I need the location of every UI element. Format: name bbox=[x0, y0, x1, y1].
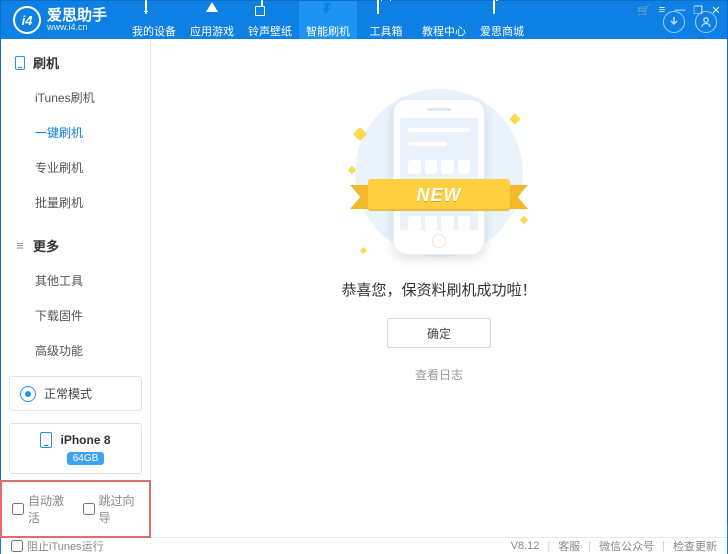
media-icon bbox=[261, 1, 279, 19]
checkbox-skip-guide[interactable]: 跳过向导 bbox=[83, 492, 140, 526]
header-actions bbox=[663, 11, 717, 33]
phone-icon bbox=[145, 1, 163, 19]
new-ribbon: NEW bbox=[354, 173, 524, 217]
link-check-update[interactable]: 检查更新 bbox=[673, 538, 717, 554]
nav-label: 爱思商城 bbox=[480, 23, 524, 39]
sidebar-footer: 自动激活 跳过向导 bbox=[1, 480, 150, 537]
view-log-link[interactable]: 查看日志 bbox=[415, 366, 463, 383]
brand-logo: i4 爱思助手 www.i4.cn bbox=[13, 6, 107, 34]
sidebar-item-batch-flash[interactable]: 批量刷机 bbox=[1, 185, 150, 220]
cart-icon[interactable]: 🛒 bbox=[637, 3, 651, 17]
divider: | bbox=[662, 540, 665, 552]
sidebar-item-onekey-flash[interactable]: 一键刷机 bbox=[1, 115, 150, 150]
version-label: V8.12 bbox=[511, 540, 540, 552]
checkbox-input[interactable] bbox=[11, 540, 23, 552]
phone-icon bbox=[13, 56, 27, 70]
divider: | bbox=[547, 540, 550, 552]
success-message: 恭喜您，保资料刷机成功啦！ bbox=[341, 279, 536, 300]
checkbox-label: 阻止iTunes运行 bbox=[27, 538, 104, 554]
nav-aisi-shop[interactable]: 爱思商城 bbox=[473, 1, 531, 39]
nav-ringtone-wallpaper[interactable]: 铃声壁纸 bbox=[241, 1, 299, 39]
sidebar-item-download-firmware[interactable]: 下载固件 bbox=[1, 298, 150, 333]
device-name: iPhone 8 bbox=[60, 433, 110, 447]
link-wechat[interactable]: 微信公众号 bbox=[599, 538, 654, 554]
sidebar-item-advanced[interactable]: 高级功能 bbox=[1, 333, 150, 368]
checkbox-auto-activate[interactable]: 自动激活 bbox=[12, 492, 69, 526]
download-icon[interactable] bbox=[663, 11, 685, 33]
shop-icon bbox=[493, 1, 511, 19]
user-icon[interactable] bbox=[695, 11, 717, 33]
sidebar-item-itunes-flash[interactable]: iTunes刷机 bbox=[1, 80, 150, 115]
tutorial-icon bbox=[435, 1, 453, 19]
mode-icon bbox=[20, 386, 36, 402]
checkbox-input[interactable] bbox=[12, 503, 24, 515]
apps-icon bbox=[203, 1, 221, 19]
flash-icon bbox=[319, 1, 337, 19]
ribbon-text: NEW bbox=[417, 185, 462, 206]
mode-label: 正常模式 bbox=[44, 385, 92, 402]
nav-smart-flash[interactable]: 智能刷机 bbox=[299, 1, 357, 39]
brand-url: www.i4.cn bbox=[47, 23, 107, 32]
body: 刷机 iTunes刷机 一键刷机 专业刷机 批量刷机 ≡ 更多 bbox=[1, 39, 727, 537]
status-bar: 阻止iTunes运行 V8.12 | 客服 | 微信公众号 | 检查更新 bbox=[1, 537, 727, 554]
sidebar-section-more: ≡ 更多 其他工具 下载固件 高级功能 bbox=[1, 222, 150, 370]
sidebar-section-flash: 刷机 iTunes刷机 一键刷机 专业刷机 批量刷机 bbox=[1, 39, 150, 222]
storage-badge: 64GB bbox=[67, 452, 105, 465]
nav-label: 工具箱 bbox=[370, 23, 403, 39]
nav-label: 教程中心 bbox=[422, 23, 466, 39]
brand-name: 爱思助手 bbox=[47, 8, 107, 23]
checkbox-input[interactable] bbox=[83, 503, 95, 515]
checkbox-label: 自动激活 bbox=[28, 492, 69, 526]
link-customer-service[interactable]: 客服 bbox=[558, 538, 580, 554]
nav-label: 我的设备 bbox=[132, 23, 176, 39]
activation-options: 自动激活 跳过向导 bbox=[0, 480, 151, 538]
toolbox-icon bbox=[377, 1, 395, 19]
divider: | bbox=[588, 540, 591, 552]
nav-my-device[interactable]: 我的设备 bbox=[125, 1, 183, 39]
main-content: NEW 恭喜您，保资料刷机成功啦！ 确定 查看日志 bbox=[151, 39, 727, 537]
nav-toolbox[interactable]: 工具箱 bbox=[357, 1, 415, 39]
section-title: 更多 bbox=[33, 236, 59, 255]
section-title: 刷机 bbox=[33, 53, 59, 72]
logo-mark: i4 bbox=[13, 6, 41, 34]
device-icon bbox=[40, 432, 52, 448]
menu-icon: ≡ bbox=[13, 239, 27, 253]
mode-block[interactable]: 正常模式 bbox=[9, 376, 142, 411]
top-nav: 我的设备 应用游戏 铃声壁纸 智能刷机 工具箱 教程中心 bbox=[125, 1, 531, 39]
device-block[interactable]: iPhone 8 64GB bbox=[9, 423, 142, 474]
nav-label: 智能刷机 bbox=[306, 23, 350, 39]
confirm-button[interactable]: 确定 bbox=[387, 318, 491, 348]
checkbox-label: 跳过向导 bbox=[99, 492, 140, 526]
sidebar-item-other-tools[interactable]: 其他工具 bbox=[1, 263, 150, 298]
app-window: i4 爱思助手 www.i4.cn 我的设备 应用游戏 铃声壁纸 智能刷机 bbox=[0, 0, 728, 524]
checkbox-block-itunes[interactable]: 阻止iTunes运行 bbox=[11, 538, 104, 554]
sidebar-item-pro-flash[interactable]: 专业刷机 bbox=[1, 150, 150, 185]
nav-label: 应用游戏 bbox=[190, 23, 234, 39]
nav-apps-games[interactable]: 应用游戏 bbox=[183, 1, 241, 39]
success-illustration: NEW bbox=[349, 85, 529, 255]
nav-label: 铃声壁纸 bbox=[248, 23, 292, 39]
nav-tutorial-center[interactable]: 教程中心 bbox=[415, 1, 473, 39]
header: i4 爱思助手 www.i4.cn 我的设备 应用游戏 铃声壁纸 智能刷机 bbox=[1, 1, 727, 39]
sidebar: 刷机 iTunes刷机 一键刷机 专业刷机 批量刷机 ≡ 更多 bbox=[1, 39, 151, 537]
